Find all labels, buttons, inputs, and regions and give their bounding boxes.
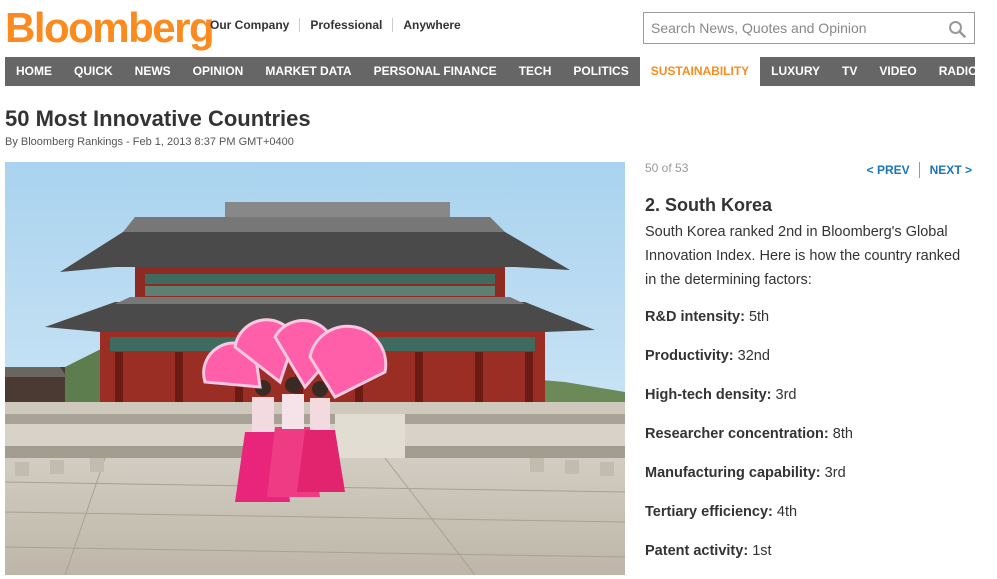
factor-rd-intensity: R&D intensity: 5th bbox=[645, 309, 769, 325]
site-header: Bloomberg Our Company Professional Anywh… bbox=[0, 0, 997, 57]
factor-label: R&D intensity: bbox=[645, 309, 745, 325]
factor-value: 5th bbox=[748, 309, 770, 325]
factor-label: Tertiary efficiency: bbox=[645, 504, 773, 520]
nav-home[interactable]: HOME bbox=[5, 57, 63, 86]
slide-photo bbox=[5, 162, 625, 575]
factor-value: 3rd bbox=[824, 465, 846, 481]
factor-researcher-concentration: Researcher concentration: 8th bbox=[645, 426, 853, 442]
factor-value: 32nd bbox=[737, 348, 770, 364]
slide-counter: 50 of 53 bbox=[645, 161, 689, 175]
link-anywhere[interactable]: Anywhere bbox=[392, 18, 470, 32]
factor-label: Productivity: bbox=[645, 348, 734, 364]
article-byline: By Bloomberg Rankings - Feb 1, 2013 8:37… bbox=[5, 136, 294, 148]
factor-label: Researcher concentration: bbox=[645, 426, 829, 442]
search-box bbox=[643, 12, 975, 44]
next-button[interactable]: NEXT > bbox=[920, 162, 972, 178]
link-our-company[interactable]: Our Company bbox=[210, 18, 299, 32]
link-professional[interactable]: Professional bbox=[299, 18, 392, 32]
search-icon[interactable] bbox=[948, 20, 966, 38]
factor-manufacturing-capability: Manufacturing capability: 3rd bbox=[645, 465, 846, 481]
main-nav: HOME QUICK NEWS OPINION MARKET DATA PERS… bbox=[5, 57, 977, 86]
nav-radio[interactable]: RADIO bbox=[928, 57, 989, 86]
nav-tv[interactable]: TV bbox=[831, 57, 868, 86]
nav-tech[interactable]: TECH bbox=[508, 57, 563, 86]
nav-opinion[interactable]: OPINION bbox=[182, 57, 255, 86]
search-input[interactable] bbox=[644, 13, 939, 43]
factor-label: Patent activity: bbox=[645, 543, 749, 559]
factor-label: Manufacturing capability: bbox=[645, 465, 821, 481]
factor-value: 8th bbox=[832, 426, 853, 442]
factor-label: High-tech density: bbox=[645, 387, 772, 403]
factor-high-tech-density: High-tech density: 3rd bbox=[645, 387, 796, 403]
slide-pager: < PREV NEXT > bbox=[867, 162, 972, 178]
top-links: Our Company Professional Anywhere bbox=[210, 18, 471, 32]
slide-heading: 2. South Korea bbox=[645, 195, 773, 215]
nav-sustainability[interactable]: SUSTAINABILITY bbox=[639, 57, 761, 86]
slide-description: South Korea ranked 2nd in Bloomberg's Gl… bbox=[645, 224, 961, 288]
palace-illustration bbox=[5, 162, 625, 575]
bloomberg-logo[interactable]: Bloomberg bbox=[5, 4, 215, 52]
factor-value: 1st bbox=[752, 543, 772, 559]
factor-value: 4th bbox=[776, 504, 798, 520]
nav-market-data[interactable]: MARKET DATA bbox=[254, 57, 362, 86]
prev-button[interactable]: < PREV bbox=[867, 162, 920, 178]
nav-luxury[interactable]: LUXURY bbox=[760, 57, 831, 86]
page-title: 50 Most Innovative Countries bbox=[5, 106, 311, 131]
nav-quick[interactable]: QUICK bbox=[63, 57, 124, 86]
nav-politics[interactable]: POLITICS bbox=[562, 57, 639, 86]
nav-news[interactable]: NEWS bbox=[124, 57, 182, 86]
factor-patent-activity: Patent activity: 1st bbox=[645, 543, 772, 559]
factor-productivity: Productivity: 32nd bbox=[645, 348, 770, 364]
nav-personal-finance[interactable]: PERSONAL FINANCE bbox=[363, 57, 508, 86]
factor-tertiary-efficiency: Tertiary efficiency: 4th bbox=[645, 504, 797, 520]
nav-video[interactable]: VIDEO bbox=[868, 57, 927, 86]
factor-value: 3rd bbox=[775, 387, 797, 403]
